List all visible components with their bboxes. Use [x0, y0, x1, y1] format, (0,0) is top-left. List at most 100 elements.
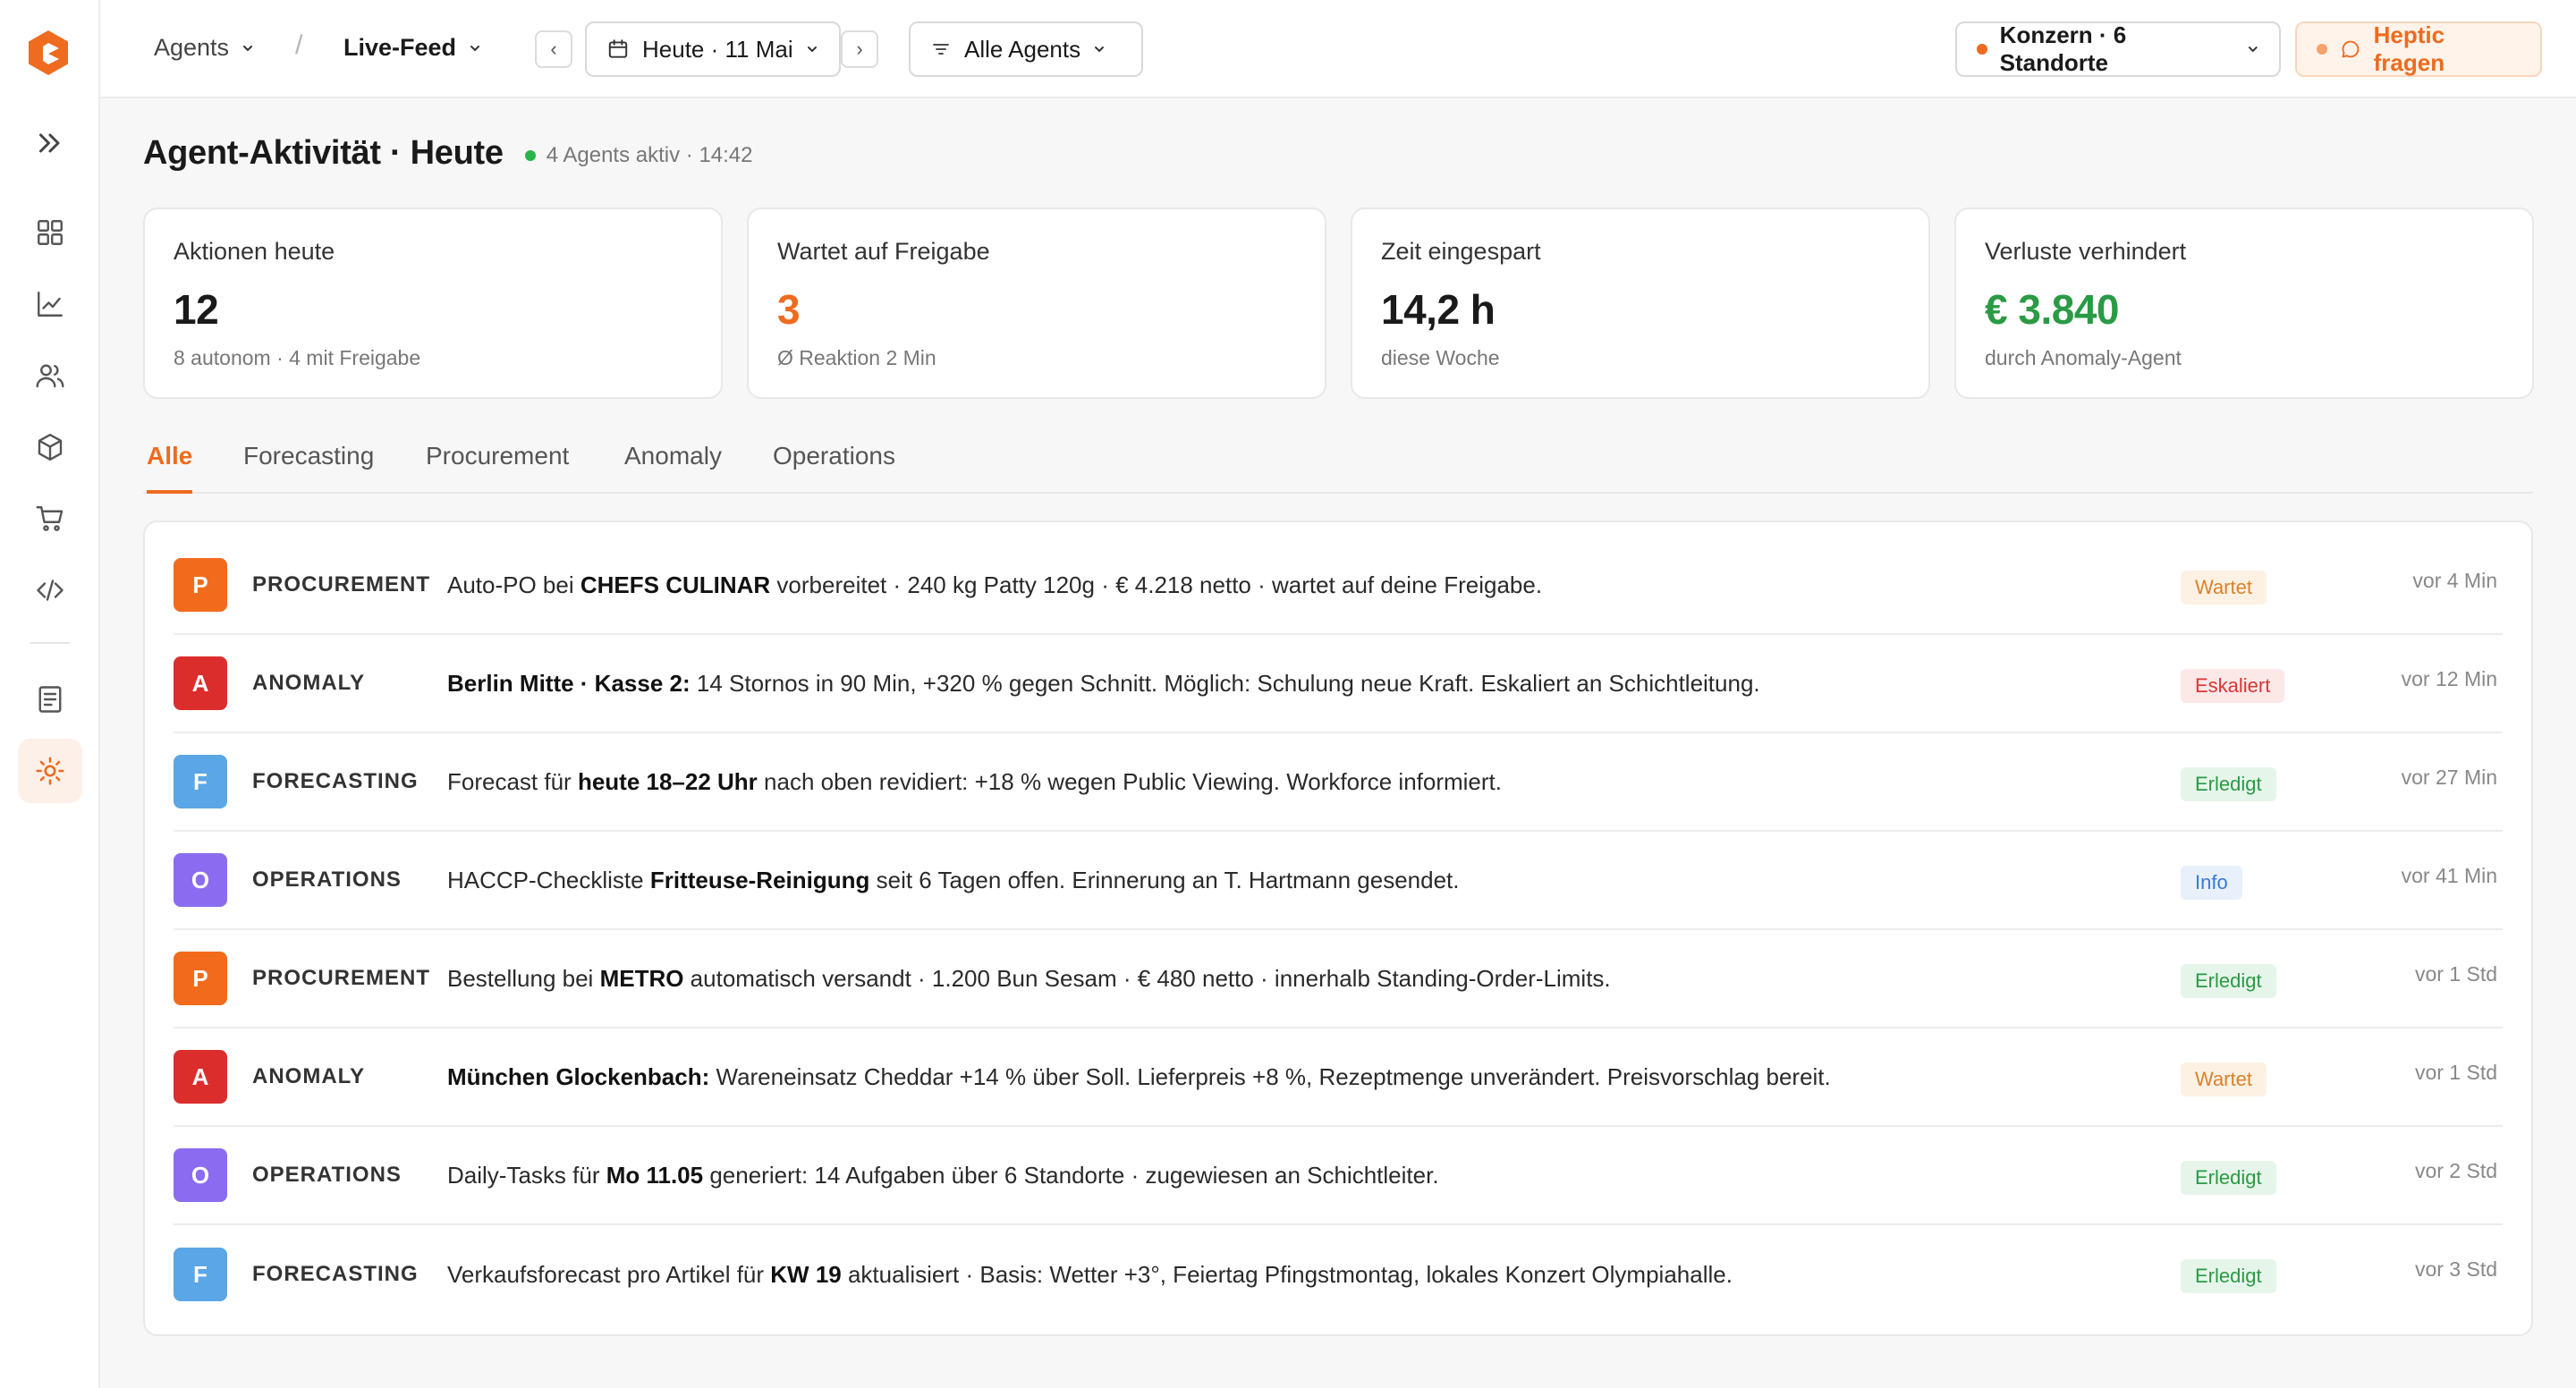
- location-scope-select[interactable]: Konzern · 6 Standorte: [1955, 21, 2281, 77]
- timestamp: vor 2 Std: [2414, 1159, 2497, 1182]
- feed-row[interactable]: A ANOMALY Berlin Mitte · Kasse 2: 14 Storn…: [174, 635, 2503, 733]
- nav-reports[interactable]: [18, 667, 82, 732]
- kpi-sub: 8 autonom · 4 mit Freigabe: [174, 346, 421, 369]
- agent-avatar: A: [174, 1050, 227, 1104]
- feed-row[interactable]: O OPERATIONS Daily-Tasks für Mo 11.05 gene…: [174, 1127, 2503, 1225]
- message-highlight: Berlin Mitte · Kasse 2:: [447, 669, 691, 697]
- kpi-card-losses-prevented: Verluste verhindert € 3.840 durch Anomal…: [1954, 207, 2534, 399]
- chevron-down-icon: [807, 47, 817, 53]
- feed-row[interactable]: F FORECASTING Verkaufsforecast pro Artikel…: [174, 1225, 2503, 1324]
- agent-name: FORECASTING: [252, 1262, 419, 1286]
- cart-icon: [36, 506, 64, 531]
- breadcrumb-agents[interactable]: Agents: [154, 34, 254, 62]
- nav-dashboard[interactable]: [18, 200, 82, 265]
- date-picker[interactable]: Heute · 11 Mai: [585, 21, 841, 77]
- feed-row[interactable]: A ANOMALY München Glockenbach: Wareneinsat…: [174, 1028, 2503, 1127]
- message-text: Verkaufsforecast pro Artikel für: [447, 1260, 771, 1288]
- feed-row[interactable]: O OPERATIONS HACCP-Checkliste Fritteuse-Re…: [174, 832, 2503, 930]
- agent-avatar: O: [174, 853, 227, 907]
- heptic-logo[interactable]: [29, 30, 68, 75]
- topbar: Agents / Live-Feed ‹ Heute · 11 Mai › Al…: [100, 0, 2576, 98]
- chart-icon: [38, 292, 63, 317]
- message-text: Forecast für: [447, 767, 578, 795]
- tab-forecasting[interactable]: Forecasting: [243, 442, 374, 494]
- live-status-text: 4 Agents aktiv · 14:42: [546, 142, 753, 167]
- ask-heptic-button[interactable]: Heptic fragen: [2295, 21, 2542, 77]
- message-highlight: KW 19: [770, 1260, 842, 1288]
- agent-avatar: P: [174, 952, 227, 1005]
- sidebar: [0, 0, 100, 1388]
- timestamp: vor 1 Std: [2414, 962, 2497, 986]
- agent-name: ANOMALY: [252, 1064, 366, 1088]
- document-icon: [38, 686, 62, 713]
- chevron-down-icon: [243, 45, 253, 51]
- date-label: Heute · 11 Mai: [642, 35, 793, 63]
- chevron-down-icon: [2249, 47, 2258, 53]
- agents-sun-icon: [36, 757, 64, 785]
- status-badge: Erledigt: [2181, 1259, 2276, 1293]
- calendar-icon: [608, 39, 628, 58]
- prev-day-button[interactable]: ‹: [535, 30, 572, 68]
- feed-row[interactable]: P PROCUREMENT Auto-PO bei CHEFS CULINAR vo…: [174, 537, 2503, 635]
- kpi-value: 3: [777, 286, 801, 333]
- status-badge: Wartet: [2181, 571, 2267, 605]
- kpi-card-actions: Aktionen heute 12 8 autonom · 4 mit Frei…: [143, 207, 723, 399]
- agent-filter[interactable]: Alle Agents: [909, 21, 1143, 77]
- message-highlight: Fritteuse-Reinigung: [649, 866, 870, 893]
- nav-integrations[interactable]: [18, 558, 82, 622]
- kpi-label: Verluste verhindert: [1985, 238, 2187, 265]
- nav-inventory[interactable]: [18, 415, 82, 479]
- agent-filter-label: Alle Agents: [964, 35, 1081, 63]
- tab-anomaly[interactable]: Anomaly: [624, 442, 722, 494]
- scope-dot: [1977, 44, 1987, 55]
- tab-procurement[interactable]: Procurement: [426, 442, 569, 494]
- kpi-label: Aktionen heute: [174, 238, 335, 265]
- agent-avatar: O: [174, 1148, 227, 1202]
- nav-analytics[interactable]: [18, 272, 82, 336]
- expand-sidebar-button[interactable]: [18, 111, 82, 175]
- message-highlight: München Glockenbach:: [447, 1062, 710, 1090]
- agent-tabs: Alle Forecasting Procurement Anomaly Ope…: [143, 438, 2533, 494]
- page-title: Agent-Aktivität · Heute: [143, 134, 504, 172]
- agent-name: OPERATIONS: [252, 1163, 402, 1187]
- message-text: Bestellung bei: [447, 964, 600, 992]
- code-icon: [37, 580, 64, 601]
- nav-team[interactable]: [18, 343, 82, 408]
- tab-operations[interactable]: Operations: [773, 442, 895, 494]
- expand-icon: [39, 133, 60, 153]
- message-text: 14 Stornos in 90 Min, +320 % gegen Schni…: [690, 669, 1760, 697]
- feed-row[interactable]: F FORECASTING Forecast für heute 18–22 Uhr…: [174, 733, 2503, 832]
- agent-name: PROCUREMENT: [252, 966, 431, 990]
- location-scope-label: Konzern · 6 Standorte: [1999, 21, 2127, 76]
- message-text: generiert: 14 Aufgaben über 6 Standorte …: [703, 1161, 1439, 1189]
- agent-name: ANOMALY: [252, 671, 366, 695]
- nav-orders[interactable]: [18, 487, 82, 551]
- breadcrumb-agents-label: Agents: [154, 34, 230, 61]
- message-text: nach oben revidiert: +18 % wegen Public …: [757, 767, 1502, 795]
- chat-bubble-icon: [2342, 40, 2360, 58]
- users-icon: [36, 364, 64, 388]
- message-text: vorbereitet · 240 kg Patty 120g · € 4.21…: [770, 571, 1543, 598]
- status-badge: Wartet: [2181, 1062, 2267, 1096]
- agent-name: OPERATIONS: [252, 868, 402, 892]
- kpi-label: Wartet auf Freigabe: [777, 238, 990, 265]
- kpi-sub: durch Anomaly-Agent: [1985, 346, 2182, 369]
- status-badge: Erledigt: [2181, 767, 2276, 801]
- agent-avatar: P: [174, 558, 227, 612]
- message-text: automatisch versandt · 1.200 Bun Sesam ·…: [683, 964, 1611, 992]
- next-day-button[interactable]: ›: [841, 30, 878, 68]
- breadcrumb-live-feed[interactable]: Live-Feed: [343, 34, 481, 62]
- agent-avatar: F: [174, 755, 227, 808]
- timestamp: vor 12 Min: [2401, 667, 2497, 690]
- chevron-down-icon: [470, 45, 480, 51]
- kpi-sub: diese Woche: [1381, 346, 1500, 369]
- nav-agents[interactable]: [18, 739, 82, 803]
- message-text: aktualisiert · Basis: Wetter +3°, Feiert…: [841, 1260, 1733, 1288]
- timestamp: vor 27 Min: [2401, 766, 2497, 789]
- tab-alle[interactable]: Alle: [147, 442, 193, 494]
- breadcrumb-separator: /: [295, 30, 303, 60]
- agent-name: FORECASTING: [252, 769, 419, 793]
- filter-icon: [933, 44, 949, 55]
- message-highlight: METRO: [599, 964, 684, 992]
- feed-row[interactable]: P PROCUREMENT Bestellung bei METRO automat…: [174, 930, 2503, 1028]
